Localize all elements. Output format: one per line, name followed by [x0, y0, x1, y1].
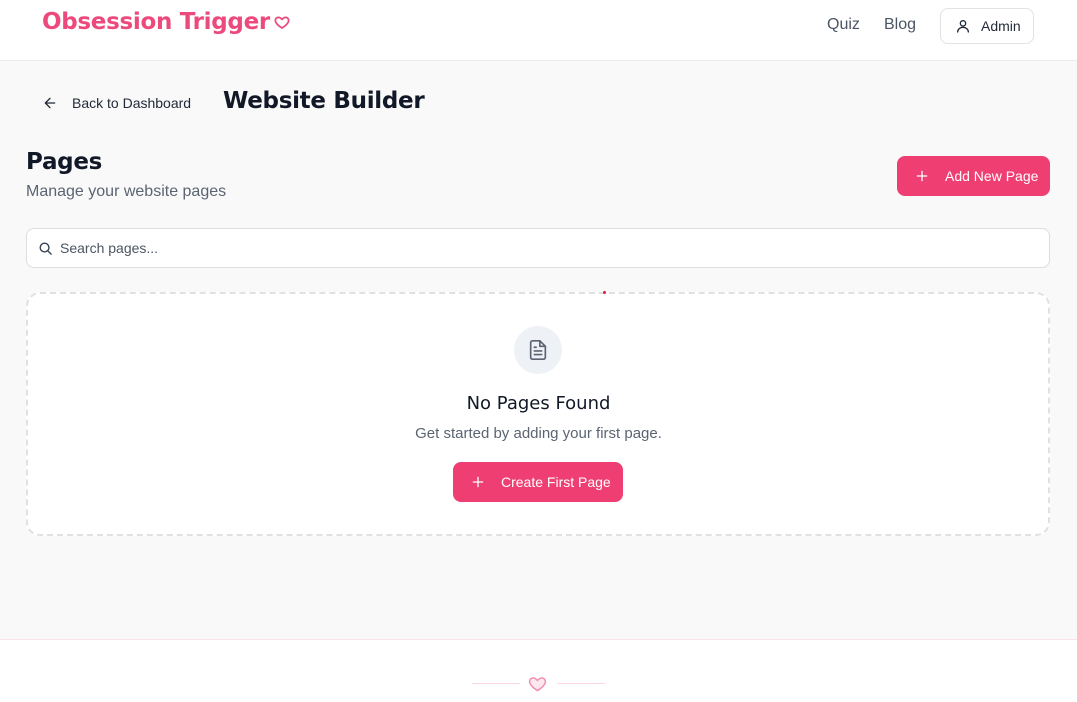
admin-account-button[interactable]: Admin — [940, 8, 1034, 44]
plus-icon — [916, 170, 928, 182]
add-new-page-button[interactable]: Add New Page — [897, 156, 1050, 196]
user-icon — [957, 20, 969, 33]
file-text-icon — [529, 340, 547, 360]
create-first-page-button[interactable]: Create First Page — [453, 462, 623, 502]
search-icon — [39, 242, 52, 255]
heart-icon — [528, 677, 547, 692]
empty-state-message: Get started by adding your first page. — [415, 425, 662, 442]
section-title: Pages — [26, 149, 103, 175]
search-input[interactable] — [60, 240, 1020, 256]
heart-icon — [274, 16, 290, 29]
nav-link-blog[interactable]: Blog — [884, 16, 916, 34]
brand-logo[interactable]: Obsession Trigger — [42, 9, 290, 35]
arrow-left-icon — [44, 97, 56, 109]
nav-link-quiz[interactable]: Quiz — [827, 16, 860, 34]
page-title: Website Builder — [223, 88, 425, 114]
create-first-page-label: Create First Page — [501, 474, 611, 490]
empty-state-icon-badge — [514, 326, 562, 374]
add-new-page-label: Add New Page — [945, 168, 1039, 184]
brand-name: Obsession Trigger — [42, 9, 270, 35]
plus-icon — [472, 476, 484, 488]
indicator-dot — [603, 291, 606, 294]
footer-divider-left — [472, 683, 520, 684]
admin-label: Admin — [981, 18, 1021, 34]
search-bar — [26, 228, 1050, 268]
empty-state-title: No Pages Found — [466, 393, 611, 414]
section-subtitle: Manage your website pages — [26, 183, 227, 200]
back-link-label: Back to Dashboard — [72, 95, 192, 111]
back-to-dashboard-link[interactable]: Back to Dashboard — [42, 95, 191, 111]
top-header: Obsession Trigger Quiz Blog Admin — [0, 0, 1077, 61]
footer-divider-right — [557, 683, 605, 684]
